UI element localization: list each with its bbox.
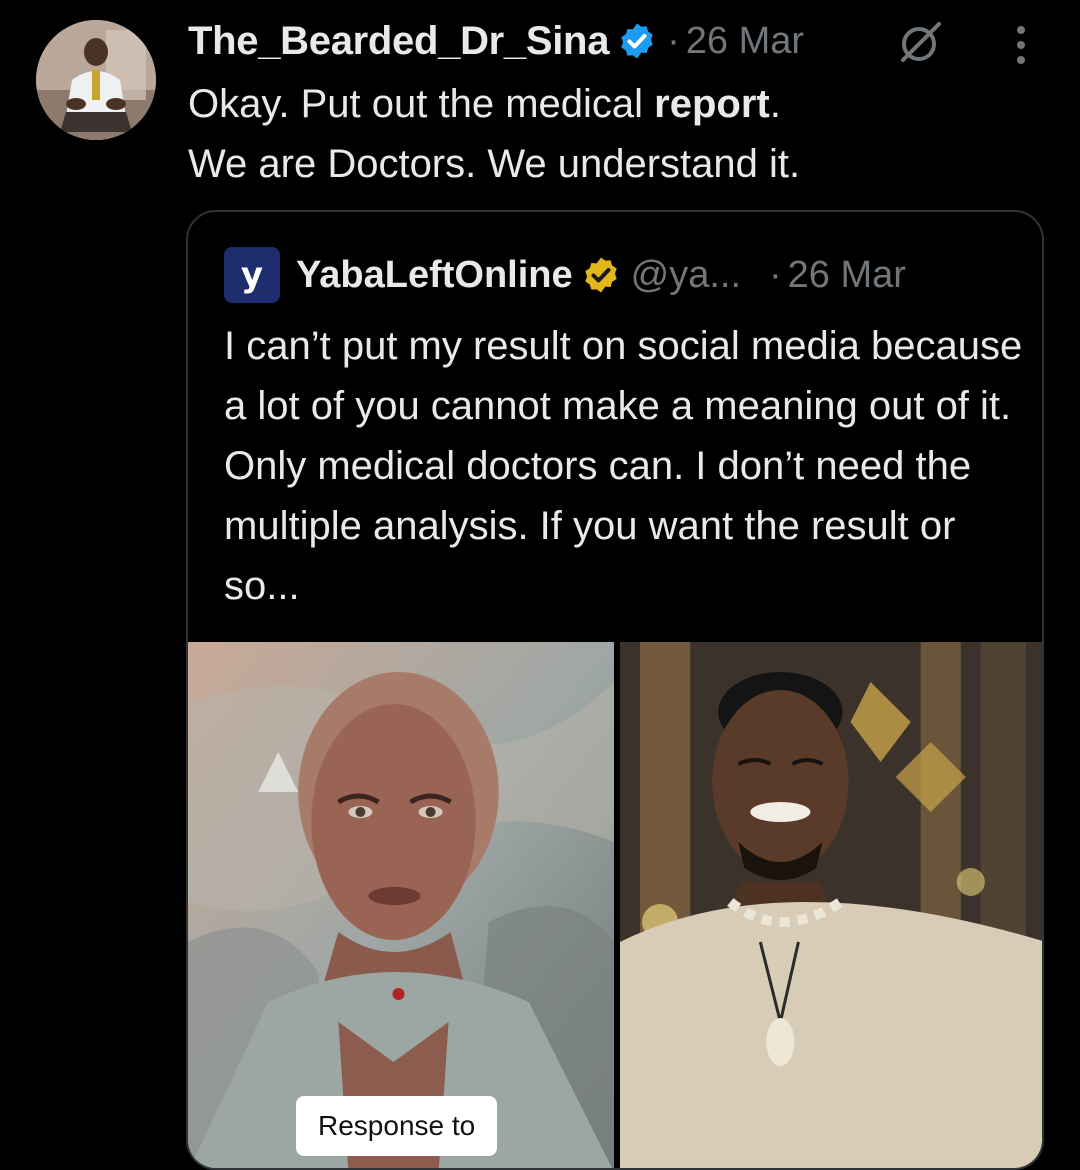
tweet-text-end: . [769,82,781,126]
quoted-header-separator: · [769,253,782,296]
response-to-badge: Response to [296,1096,498,1156]
quoted-tweet[interactable]: y YabaLeftOnline @ya... · 26 Mar I can’t… [186,210,1044,1170]
tweet-text-bold: report [654,82,770,126]
photo-woman-bald-head-icon [188,642,614,1168]
quoted-author-logo-letter: y [240,255,264,295]
tweet-header: The_Bearded_Dr_Sina · 26 Mar [188,14,804,68]
media-image-right[interactable] [620,642,1042,1168]
quoted-author-name[interactable]: YabaLeftOnline [296,254,573,297]
blue-verified-badge-icon[interactable] [617,21,657,61]
tweet-text-line-2: We are Doctors. We understand it. [188,142,801,186]
quoted-tweet-date[interactable]: 26 Mar [788,254,906,297]
quoted-author-handle[interactable]: @ya... [631,254,741,297]
photo-man-smiling-shell-necklace-icon [620,642,1042,1168]
tweet-text-start: Okay. Put out the medical [188,82,655,126]
quoted-media-grid: Response to [188,642,1042,1168]
media-image-left[interactable]: Response to [188,642,614,1168]
tweet-text-line-1: Okay. Put out the medical report. [188,74,1048,134]
tweet-date[interactable]: 26 Mar [686,20,804,63]
author-name[interactable]: The_Bearded_Dr_Sina [188,19,609,64]
quoted-tweet-header: y YabaLeftOnline @ya... · 26 Mar [224,247,906,303]
tweet[interactable]: The_Bearded_Dr_Sina · 26 Mar Okay. Put o… [0,0,1080,1170]
gold-verified-badge-icon[interactable] [581,255,621,295]
quoted-author-logo[interactable]: y [224,247,280,303]
person-avatar-icon [36,20,156,140]
header-separator: · [667,19,680,62]
author-avatar[interactable] [36,20,156,140]
quoted-tweet-text: I can’t put my result on social media be… [224,324,1023,608]
grok-icon[interactable] [895,18,947,66]
more-vertical-icon[interactable] [1006,22,1036,68]
tweet-text: Okay. Put out the medical report. We are… [188,74,1048,194]
